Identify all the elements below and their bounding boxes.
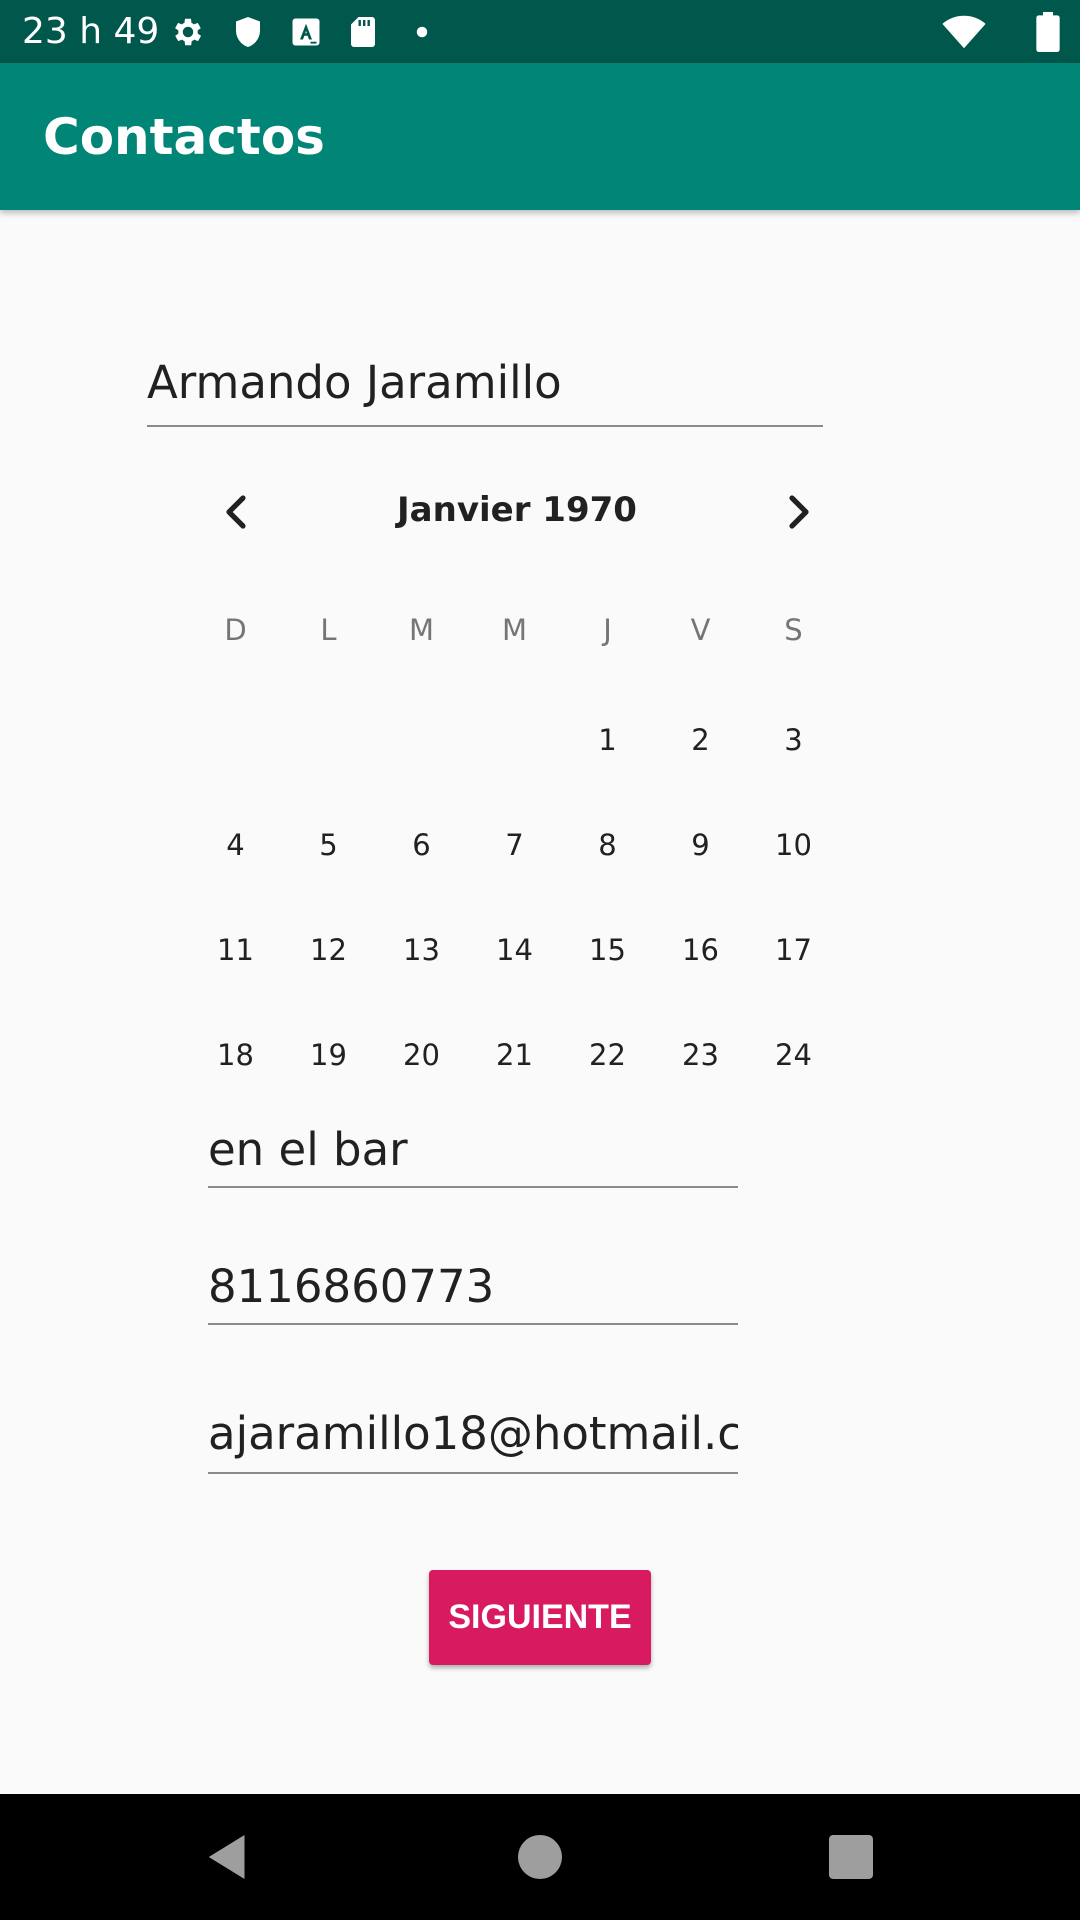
siguiente-button[interactable]: SIGUIENTE [429,1570,651,1665]
calendar-day-empty [375,688,468,793]
sd-card-icon [345,14,381,50]
recents-icon[interactable] [818,1824,884,1890]
chevron-right-icon [789,495,809,529]
shield-icon [230,14,266,50]
calendar-day-empty [189,688,282,793]
calendar-day[interactable]: 24 [747,1003,840,1108]
calendar-day[interactable]: 5 [282,793,375,898]
navigation-bar [0,1794,1080,1920]
calendar-day[interactable]: 13 [375,898,468,1003]
calendar-week-row: 11 12 13 14 15 16 17 [189,898,840,1003]
status-time: 23 h 49 [22,11,160,52]
weekday-label: J [603,613,612,647]
weekday-label: V [690,613,711,647]
calendar-day[interactable]: 16 [654,898,747,1003]
calendar-week-row: 18 19 20 21 22 23 24 [189,1003,840,1108]
calendar-day[interactable]: 11 [189,898,282,1003]
calendar-day[interactable]: 7 [468,793,561,898]
calendar-day[interactable]: 14 [468,898,561,1003]
app-bar: Contactos [0,63,1080,210]
calendar-grid: D L M M J V S 1 2 3 4 5 6 7 8 9 10 11 12… [189,600,840,1108]
calendar-day[interactable]: 17 [747,898,840,1003]
phone-field[interactable]: 8116860773 [208,1257,738,1325]
text-a-icon [288,14,324,50]
calendar-day[interactable]: 4 [189,793,282,898]
calendar-day[interactable]: 20 [375,1003,468,1108]
calendar-day[interactable]: 9 [654,793,747,898]
weekday-label: D [224,613,247,647]
settings-icon [170,14,206,50]
back-icon[interactable] [195,1824,261,1890]
wifi-icon [942,14,986,50]
calendar-week-row: 4 5 6 7 8 9 10 [189,793,840,898]
calendar-day[interactable]: 3 [747,688,840,793]
app-title: Contactos [43,108,325,166]
previous-month-button[interactable] [205,480,269,544]
calendar-week-row: 1 2 3 [189,688,840,793]
calendar-day[interactable]: 23 [654,1003,747,1108]
calendar-day[interactable]: 6 [375,793,468,898]
calendar-day[interactable]: 15 [561,898,654,1003]
calendar-day[interactable]: 21 [468,1003,561,1108]
calendar-day[interactable]: 19 [282,1003,375,1108]
calendar-day[interactable]: 1 [561,688,654,793]
battery-icon [1034,12,1062,52]
chevron-left-icon [226,495,246,529]
calendar-day[interactable]: 8 [561,793,654,898]
email-field[interactable]: ajaramillo18@hotmail.com [208,1404,738,1474]
calendar-day-empty [282,688,375,793]
home-icon[interactable] [507,1824,573,1890]
calendar-day[interactable]: 18 [189,1003,282,1108]
dot-icon [404,14,440,50]
weekday-label: S [784,613,803,647]
calendar-day[interactable]: 2 [654,688,747,793]
weekday-label: M [408,613,435,647]
status-bar: 23 h 49 [0,0,1080,63]
place-field[interactable]: en el bar [208,1120,738,1188]
name-field[interactable]: Armando Jaramillo [147,352,823,427]
calendar-weekday-header: D L M M J V S [189,600,840,660]
weekday-label: L [320,613,337,647]
calendar-day[interactable]: 10 [747,793,840,898]
calendar-day[interactable]: 12 [282,898,375,1003]
calendar-month-label: Janvier 1970 [397,490,637,530]
next-month-button[interactable] [766,480,830,544]
weekday-label: M [501,613,528,647]
calendar-day[interactable]: 22 [561,1003,654,1108]
calendar-day-empty [468,688,561,793]
